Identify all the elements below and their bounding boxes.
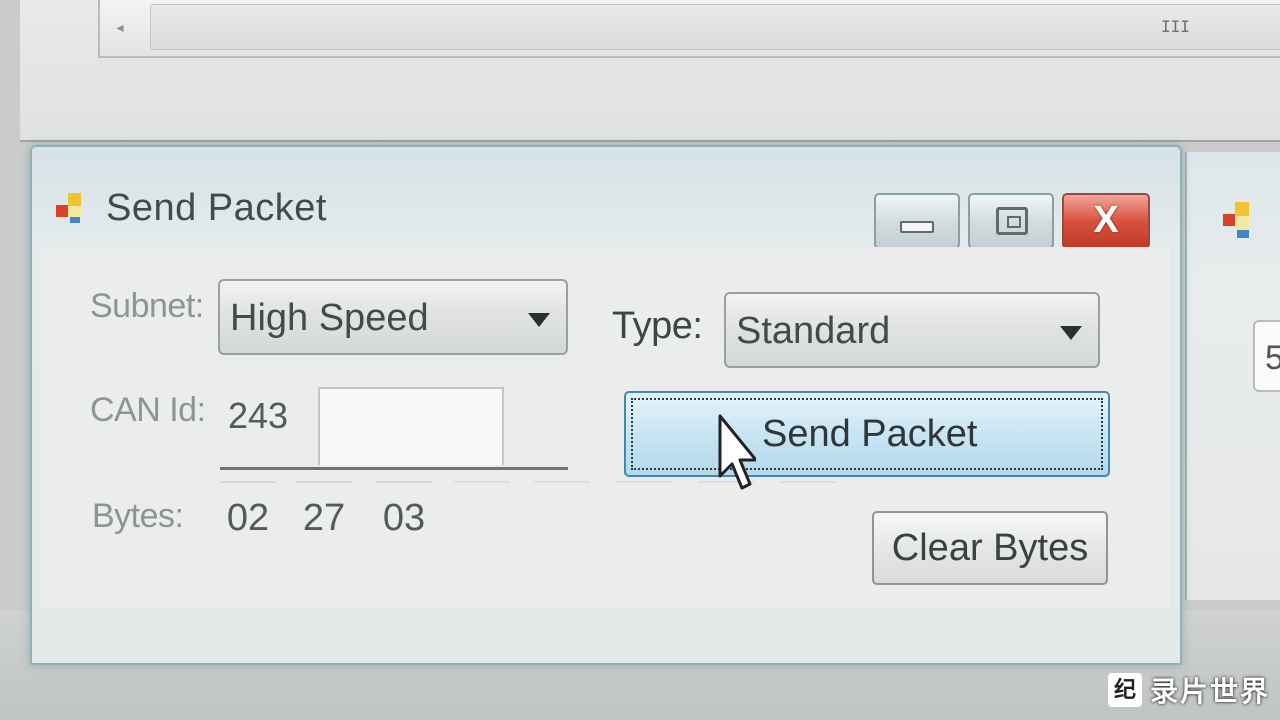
chevron-down-icon[interactable]	[528, 313, 550, 327]
subnet-select-value: High Speed	[230, 297, 429, 339]
byte-field-4[interactable]	[454, 481, 510, 553]
type-select-value: Standard	[736, 310, 891, 352]
minimize-button[interactable]	[874, 193, 960, 249]
minimize-icon	[900, 221, 934, 233]
byte-field-8[interactable]	[780, 481, 836, 553]
scrollbar-thumb[interactable]: III	[150, 4, 1280, 50]
watermark-text: 录片世界	[1149, 676, 1270, 707]
byte-field-5[interactable]	[534, 481, 590, 553]
subnet-select[interactable]: High Speed	[218, 279, 568, 355]
right-background-window: 5	[1185, 152, 1280, 600]
can-id-input[interactable]	[318, 387, 504, 465]
partial-input-field[interactable]: 5	[1253, 320, 1280, 392]
thumb-grip-icon: III	[1161, 17, 1190, 36]
close-icon: X	[1093, 199, 1119, 241]
send-packet-button[interactable]: Send Packet	[624, 391, 1110, 477]
byte-field-2[interactable]: 27	[296, 481, 352, 553]
can-id-field[interactable]: 243	[220, 383, 568, 470]
send-packet-dialog: Send Packet X Subnet: High Speed Type: S…	[30, 145, 1182, 665]
app-icon	[1223, 202, 1249, 238]
can-id-value: 243	[228, 395, 289, 436]
maximize-icon	[996, 207, 1028, 235]
byte-field-6[interactable]	[616, 481, 672, 553]
horizontal-scrollbar[interactable]: ◂ III	[98, 0, 1280, 58]
clear-bytes-button[interactable]: Clear Bytes	[872, 511, 1108, 585]
scroll-left-arrow-icon[interactable]: ◂	[108, 14, 132, 40]
watermark: 纪 录片世界	[1107, 668, 1270, 712]
window-title: Send Packet	[106, 187, 327, 229]
app-icon	[56, 193, 81, 223]
clear-bytes-button-label: Clear Bytes	[891, 527, 1089, 569]
can-id-label: CAN Id:	[90, 391, 206, 429]
type-label: Type:	[612, 305, 703, 347]
subnet-label: Subnet:	[90, 287, 204, 325]
dialog-client-area: Subnet: High Speed Type: Standard CAN Id…	[40, 247, 1170, 607]
close-button[interactable]: X	[1062, 193, 1150, 249]
byte-field-1[interactable]: 02	[220, 481, 276, 553]
byte-field-3[interactable]: 03	[376, 481, 432, 553]
maximize-button[interactable]	[968, 193, 1054, 249]
type-select[interactable]: Standard	[724, 292, 1100, 368]
mouse-cursor-icon	[718, 414, 756, 490]
send-packet-button-label: Send Packet	[762, 413, 978, 455]
chevron-down-icon[interactable]	[1060, 326, 1082, 340]
watermark-logo: 纪	[1107, 673, 1142, 707]
bytes-label: Bytes:	[92, 497, 184, 535]
background-window: ◂ III	[20, 0, 1280, 142]
